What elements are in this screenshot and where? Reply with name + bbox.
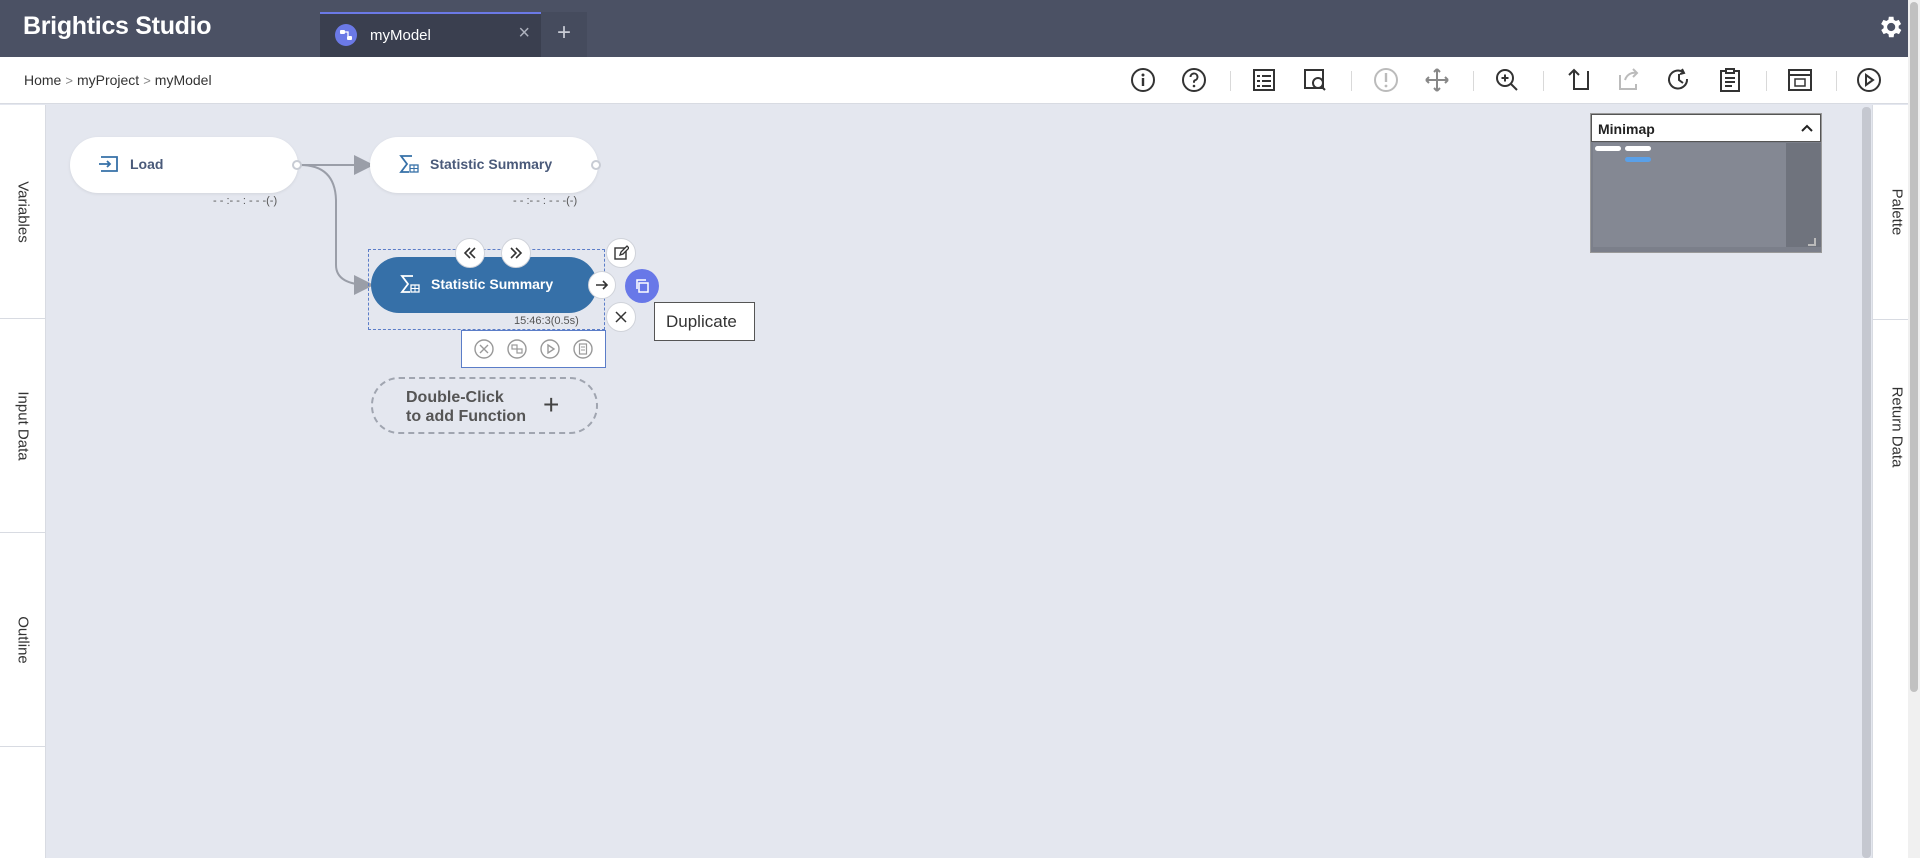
close-icon bbox=[615, 311, 627, 323]
load-icon bbox=[98, 153, 120, 175]
duplicate-tooltip: Duplicate bbox=[654, 302, 755, 341]
node-label: Load bbox=[130, 156, 164, 172]
node-label: Statistic Summary bbox=[430, 156, 553, 172]
arrow-right-icon bbox=[596, 280, 609, 290]
page-scrollbar-thumb[interactable] bbox=[1910, 2, 1918, 692]
move-right-button[interactable] bbox=[501, 238, 531, 268]
minimap-node bbox=[1625, 146, 1651, 151]
minimap-header[interactable]: Minimap bbox=[1591, 114, 1821, 142]
load-node[interactable]: Load bbox=[70, 137, 298, 193]
minimap-viewport[interactable] bbox=[1593, 143, 1786, 247]
plus-icon: + bbox=[543, 389, 560, 420]
disable-icon[interactable] bbox=[473, 338, 495, 360]
delete-button[interactable] bbox=[606, 302, 636, 332]
double-chevron-left-icon bbox=[463, 247, 476, 259]
panel-tab-label: Palette bbox=[1888, 188, 1905, 236]
add-function-line: Double-Click bbox=[406, 389, 504, 406]
node-label: Statistic Summary bbox=[431, 276, 554, 292]
double-chevron-right-icon bbox=[510, 247, 523, 259]
add-function-line: to add Function bbox=[406, 408, 526, 425]
resize-handle-icon[interactable] bbox=[1808, 238, 1816, 246]
move-left-button[interactable] bbox=[455, 238, 485, 268]
link-model-icon[interactable] bbox=[506, 338, 528, 360]
memo-icon[interactable] bbox=[572, 338, 594, 360]
minimap[interactable]: Minimap bbox=[1590, 113, 1822, 253]
canvas-scrollbar-thumb[interactable] bbox=[1862, 107, 1871, 858]
minimap-title: Minimap bbox=[1598, 121, 1655, 137]
connect-button[interactable] bbox=[588, 271, 616, 299]
sigma-icon bbox=[399, 273, 421, 295]
edge-load-summary2 bbox=[299, 164, 374, 295]
node-status: - - :- - : - - -(-) bbox=[213, 195, 278, 207]
duplicate-button[interactable] bbox=[625, 269, 659, 303]
minimap-side bbox=[1786, 143, 1821, 247]
play-icon[interactable] bbox=[539, 338, 561, 360]
statistic-summary-node-selected[interactable]: Statistic Summary bbox=[371, 257, 597, 313]
output-port[interactable] bbox=[292, 160, 302, 170]
chevron-up-icon[interactable] bbox=[1801, 122, 1813, 136]
add-function-text: Double-Click to add Function bbox=[406, 388, 526, 426]
panel-tab-label: Return Data bbox=[1888, 386, 1905, 468]
node-action-bar bbox=[461, 330, 606, 368]
duplicate-icon bbox=[636, 279, 649, 293]
statistic-summary-node[interactable]: Statistic Summary bbox=[370, 137, 598, 193]
node-status: 15:46:3(0.5s) bbox=[514, 315, 579, 327]
sigma-icon bbox=[398, 153, 420, 175]
minimap-node bbox=[1595, 146, 1621, 151]
add-function-placeholder[interactable]: Double-Click to add Function + bbox=[371, 377, 598, 434]
edit-icon bbox=[614, 245, 629, 260]
edit-button[interactable] bbox=[606, 238, 636, 268]
minimap-node-selected bbox=[1625, 157, 1651, 162]
node-status: - - :- - : - - -(-) bbox=[513, 195, 578, 207]
output-port[interactable] bbox=[591, 160, 601, 170]
